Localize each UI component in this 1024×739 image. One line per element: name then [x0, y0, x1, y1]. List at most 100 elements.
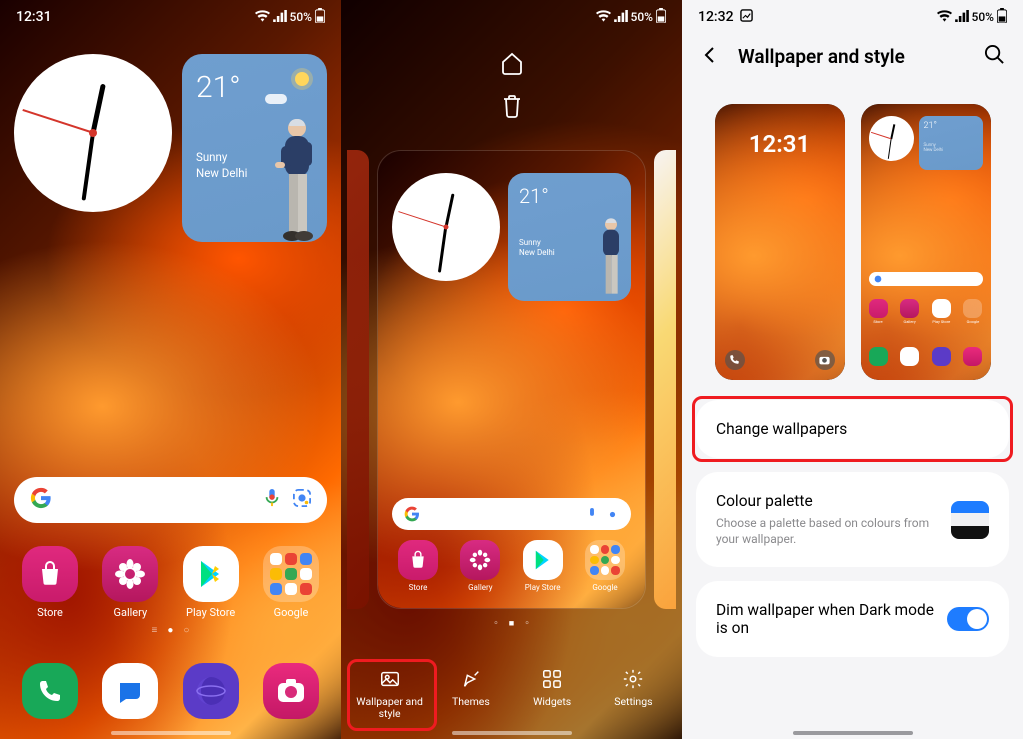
- back-icon[interactable]: [700, 45, 720, 69]
- home-page-preview[interactable]: 21° Sunny New Delhi Store Galler: [377, 150, 646, 609]
- nav-bar[interactable]: [111, 731, 231, 735]
- status-bar: 50%: [341, 0, 682, 34]
- wallpaper-previews: 12:31 Wed, 14 February 21° Sunn: [682, 104, 1023, 380]
- swatch-mid: [951, 513, 989, 526]
- battery-icon: [656, 8, 666, 26]
- mini-label: Gallery: [468, 583, 493, 592]
- camera-icon: [263, 663, 319, 719]
- palette-swatch-icon: [951, 501, 989, 539]
- mic-icon[interactable]: [265, 489, 279, 511]
- setting-change-wallpapers[interactable]: Change wallpapers: [696, 400, 1009, 458]
- home-outline-icon[interactable]: [499, 50, 525, 80]
- app-label: Gallery: [113, 606, 147, 619]
- cloud-icon: [265, 94, 287, 104]
- setting-subtitle: Choose a palette based on colours from y…: [716, 515, 936, 547]
- mini-weather-temp: 21°: [519, 184, 620, 208]
- setting-title: Colour palette: [716, 492, 936, 510]
- battery-icon: [997, 8, 1007, 26]
- app-gallery[interactable]: Gallery: [94, 546, 166, 619]
- phone-wallpaper-settings: 12:32 50% Wallpaper and style 12:31 Wed,…: [682, 0, 1023, 739]
- home-screen-preview[interactable]: 21° Sunny New Delhi Store Gallery Play S…: [861, 104, 991, 380]
- app-store[interactable]: Store: [14, 546, 86, 619]
- person-illustration: [267, 112, 321, 242]
- action-themes[interactable]: Themes: [431, 668, 511, 721]
- toggle-dim-wallpaper[interactable]: [947, 607, 989, 631]
- gallery-icon: [102, 546, 158, 602]
- edit-top-controls: [341, 50, 682, 122]
- store-icon: [22, 546, 78, 602]
- swatch-top: [951, 501, 989, 514]
- status-time: 12:31: [16, 9, 52, 25]
- google-search-bar[interactable]: [14, 477, 327, 523]
- widgets-row: 21° Sunny New Delhi: [14, 54, 327, 242]
- clock-center: [89, 129, 97, 137]
- micro-city: New Delhi: [924, 148, 978, 153]
- micro-label: Play Store: [932, 319, 950, 324]
- status-icons: 50%: [255, 8, 325, 26]
- status-icons: 50%: [937, 8, 1007, 26]
- page-indicator: ≡ ● ○: [152, 625, 190, 636]
- indicator-dot[interactable]: ●: [167, 625, 173, 636]
- clock-hour-hand: [91, 84, 106, 134]
- weather-widget[interactable]: 21° Sunny New Delhi: [182, 54, 327, 242]
- wifi-icon: [255, 10, 270, 25]
- status-time: 12:32: [698, 9, 734, 25]
- indicator-dot[interactable]: ○: [183, 625, 189, 636]
- battery-text: 50%: [631, 10, 653, 24]
- page-title: Wallpaper and style: [738, 45, 905, 68]
- mini-label: Play Store: [525, 583, 561, 592]
- nav-bar[interactable]: [452, 731, 572, 735]
- nav-bar[interactable]: [793, 731, 913, 735]
- indicator-apps-icon[interactable]: ≡: [152, 625, 158, 636]
- action-label: Settings: [614, 696, 652, 709]
- dock: [14, 663, 327, 719]
- micro-label: Gallery: [904, 319, 916, 324]
- mini-clock: [392, 173, 500, 281]
- app-phone[interactable]: [14, 663, 86, 719]
- setting-colour-palette[interactable]: Colour palette Choose a palette based on…: [696, 472, 1009, 567]
- action-widgets[interactable]: Widgets: [512, 668, 592, 721]
- analog-clock-widget[interactable]: [14, 54, 172, 212]
- signal-icon: [955, 10, 969, 25]
- neighbor-page-left[interactable]: [347, 150, 369, 609]
- neighbor-page-right[interactable]: [654, 150, 676, 609]
- sun-icon: [295, 72, 309, 86]
- signal-icon: [614, 10, 628, 25]
- phone-home-screen: 12:31 50% 21° Sunny Ne: [0, 0, 341, 739]
- lock-phone-icon: [725, 350, 745, 370]
- mini-weather: 21° Sunny New Delhi: [508, 173, 631, 301]
- trash-icon[interactable]: [501, 94, 523, 122]
- google-folder-icon: [263, 546, 319, 602]
- lock-camera-icon: [815, 350, 835, 370]
- setting-title: Dim wallpaper when Dark mode is on: [716, 601, 946, 637]
- settings-list: Change wallpapers Colour palette Choose …: [696, 400, 1009, 657]
- app-browser[interactable]: [175, 663, 247, 719]
- mini-app-row: Store Gallery Play Store Google: [392, 540, 631, 592]
- micro-temp: 21°: [924, 121, 937, 131]
- status-bar: 12:31 50%: [0, 0, 341, 34]
- wifi-icon: [937, 10, 952, 25]
- app-messages[interactable]: [94, 663, 166, 719]
- app-camera[interactable]: [255, 663, 327, 719]
- swatch-bot: [951, 526, 989, 539]
- lens-icon[interactable]: [293, 489, 311, 511]
- action-settings[interactable]: Settings: [593, 668, 673, 721]
- screenshot-indicator-icon: [740, 9, 753, 26]
- setting-dim-wallpaper[interactable]: Dim wallpaper when Dark mode is on: [696, 581, 1009, 657]
- action-label: Themes: [452, 696, 490, 709]
- settings-header: Wallpaper and style: [682, 44, 1023, 69]
- app-label: Google: [274, 606, 309, 619]
- action-label: Widgets: [533, 696, 571, 709]
- clock-second-hand: [22, 109, 93, 133]
- browser-icon: [183, 663, 239, 719]
- phone-home-edit: 50% 21° Sunny New Delhi: [341, 0, 682, 739]
- app-play-store[interactable]: Play Store: [175, 546, 247, 619]
- phone-icon: [22, 663, 78, 719]
- messages-icon: [102, 663, 158, 719]
- lock-screen-preview[interactable]: 12:31 Wed, 14 February: [715, 104, 845, 380]
- search-icon[interactable]: [984, 44, 1005, 69]
- mini-search-bar: [392, 498, 631, 530]
- battery-icon: [315, 8, 325, 26]
- app-google-folder[interactable]: Google: [255, 546, 327, 619]
- highlight-wallpaper-action: [347, 659, 437, 731]
